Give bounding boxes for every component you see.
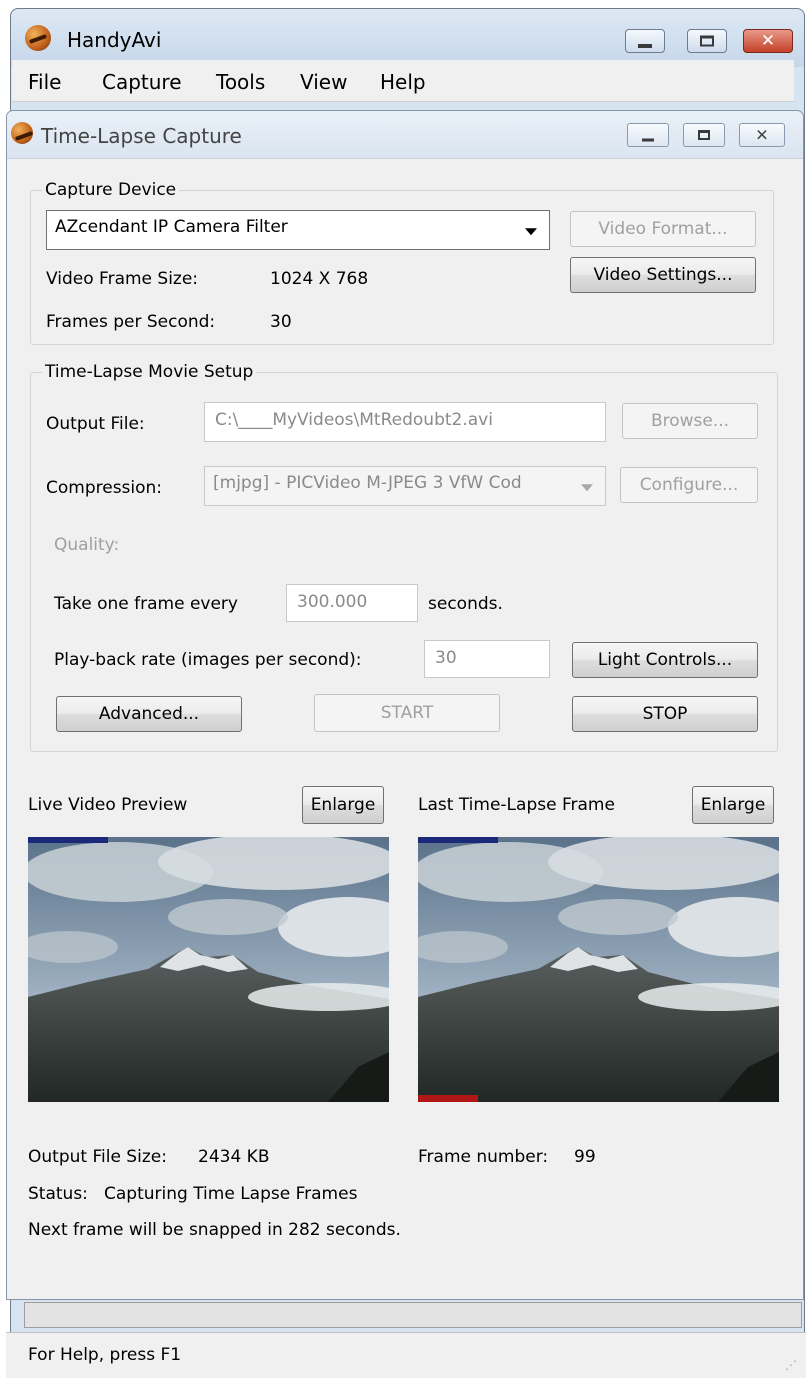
chevron-down-icon: [525, 228, 537, 236]
frame-number-value: 99: [574, 1147, 596, 1167]
fps-label: Frames per Second:: [46, 312, 216, 332]
menu-tools[interactable]: Tools: [216, 70, 265, 94]
quality-label: Quality:: [54, 535, 120, 555]
menu-capture[interactable]: Capture: [102, 70, 182, 94]
status-bar: For Help, press F1 ⋰: [6, 1332, 806, 1378]
capture-device-value: AZcendant IP Camera Filter: [55, 217, 288, 237]
dialog-maximize-button[interactable]: [683, 123, 725, 147]
menu-view[interactable]: View: [300, 70, 347, 94]
close-icon: ✕: [755, 125, 769, 145]
maximize-icon: [698, 130, 710, 140]
take-frame-input[interactable]: 300.000: [286, 584, 418, 622]
output-size-value: 2434 KB: [198, 1147, 270, 1167]
outer-minimize-button[interactable]: [625, 29, 665, 53]
app-icon: [25, 25, 51, 51]
frame-size-label: Video Frame Size:: [46, 269, 199, 289]
compression-label: Compression:: [46, 478, 163, 498]
configure-button[interactable]: Configure...: [620, 467, 758, 503]
live-video-preview: [28, 837, 389, 1102]
dialog-app-icon: [11, 122, 33, 144]
status-value: Capturing Time Lapse Frames: [104, 1184, 358, 1204]
movie-setup-label: Time-Lapse Movie Setup: [42, 362, 257, 382]
live-video-image: [28, 837, 389, 1102]
status-label: Status:: [28, 1184, 88, 1204]
frame-size-value: 1024 X 768: [270, 269, 369, 289]
minimize-icon: [638, 44, 652, 48]
frame-number-label: Frame number:: [418, 1147, 549, 1167]
browse-button[interactable]: Browse...: [622, 403, 758, 439]
video-format-button[interactable]: Video Format...: [570, 211, 756, 247]
compression-value: [mjpg] - PICVideo M-JPEG 3 VfW Cod: [213, 473, 522, 493]
video-settings-button[interactable]: Video Settings...: [570, 257, 756, 293]
menu-file[interactable]: File: [28, 70, 61, 94]
output-file-label: Output File:: [46, 414, 145, 434]
dialog-title: Time-Lapse Capture: [41, 124, 242, 148]
enlarge-last-button[interactable]: Enlarge: [692, 786, 774, 824]
enlarge-live-button[interactable]: Enlarge: [302, 786, 384, 824]
dialog-minimize-button[interactable]: [627, 123, 669, 147]
capture-device-label: Capture Device: [42, 180, 180, 200]
chevron-down-icon: [581, 484, 593, 492]
close-icon: ✕: [760, 31, 776, 51]
last-frame-label: Last Time-Lapse Frame: [418, 795, 615, 815]
dialog-close-button[interactable]: ✕: [739, 123, 785, 147]
stop-button[interactable]: STOP: [572, 696, 758, 732]
advanced-button[interactable]: Advanced...: [56, 696, 242, 732]
last-frame-preview: [418, 837, 779, 1102]
playback-label: Play-back rate (images per second):: [54, 650, 362, 670]
next-frame-text: Next frame will be snapped in 282 second…: [28, 1220, 401, 1240]
outer-maximize-button[interactable]: [687, 29, 727, 53]
compression-select[interactable]: [mjpg] - PICVideo M-JPEG 3 VfW Cod: [204, 466, 606, 506]
outer-close-button[interactable]: ✕: [743, 29, 793, 53]
output-size-label: Output File Size:: [28, 1147, 167, 1167]
minimize-icon: [642, 138, 654, 142]
fps-value: 30: [270, 312, 292, 332]
start-button[interactable]: START: [314, 694, 500, 732]
menu-bar: File Capture Tools View Help: [12, 60, 794, 102]
playback-input[interactable]: 30: [424, 640, 550, 678]
light-controls-button[interactable]: Light Controls...: [572, 642, 758, 678]
resize-grip-icon[interactable]: ⋰: [785, 1358, 797, 1372]
progress-strip: [24, 1302, 802, 1328]
outer-window-title: HandyAvi: [67, 28, 162, 52]
help-text: For Help, press F1: [28, 1345, 182, 1365]
output-file-input[interactable]: C:\____MyVideos\MtRedoubt2.avi: [204, 402, 606, 442]
take-frame-label: Take one frame every: [54, 594, 238, 614]
maximize-icon: [700, 35, 714, 47]
inner-titlebar[interactable]: Time-Lapse Capture ✕: [7, 111, 803, 159]
capture-device-select[interactable]: AZcendant IP Camera Filter: [46, 210, 550, 250]
seconds-label: seconds.: [428, 594, 503, 614]
outer-titlebar[interactable]: HandyAvi ✕: [11, 9, 804, 67]
last-frame-image: [418, 837, 779, 1102]
menu-help[interactable]: Help: [380, 70, 426, 94]
live-preview-label: Live Video Preview: [28, 795, 188, 815]
